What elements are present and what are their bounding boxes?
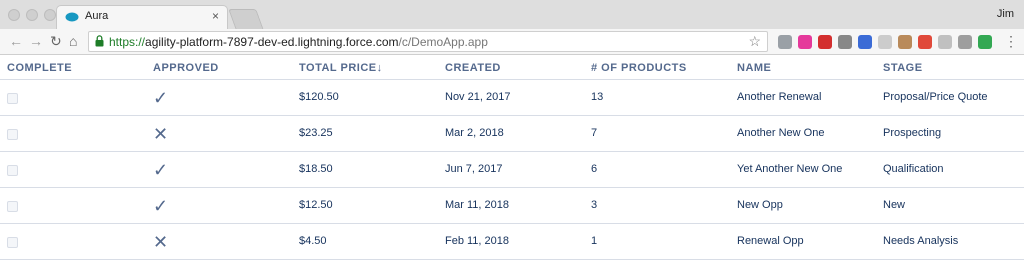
name-cell: Another Renewal xyxy=(737,91,822,103)
header-complete[interactable]: COMPLETE xyxy=(7,62,72,74)
browser-toolbar: ← → ↻ ⌂ https://agility-platform-7897-de… xyxy=(0,29,1024,55)
url-protocol: https:// xyxy=(109,35,146,49)
blue-square-icon[interactable] xyxy=(858,35,872,49)
header-approved[interactable]: APPROVED xyxy=(153,62,219,74)
url-text: https://agility-platform-7897-dev-ed.lig… xyxy=(109,35,488,49)
created-cell: Mar 11, 2018 xyxy=(445,199,510,211)
header-created[interactable]: CREATED xyxy=(445,62,501,74)
complete-checkbox[interactable] xyxy=(7,237,18,248)
complete-checkbox[interactable] xyxy=(7,165,18,176)
table-header: COMPLETE APPROVED TOTAL PRICE↓ CREATED #… xyxy=(0,55,1024,80)
color-wheel-icon[interactable] xyxy=(798,35,812,49)
stage-cell: Needs Analysis xyxy=(883,235,959,247)
products-cell: 13 xyxy=(591,91,604,103)
stage-cell: Prospecting xyxy=(883,127,942,139)
header-products[interactable]: # OF PRODUCTS xyxy=(591,62,687,74)
info-icon[interactable] xyxy=(778,35,792,49)
reload-icon[interactable]: ↻ xyxy=(50,33,62,50)
address-bar[interactable]: https://agility-platform-7897-dev-ed.lig… xyxy=(88,31,768,52)
name-cell: Another New One xyxy=(737,127,825,139)
bookmark-star-icon[interactable]: ☆ xyxy=(748,33,761,50)
lock-icon xyxy=(95,35,104,47)
sort-descending-icon: ↓ xyxy=(376,62,383,74)
products-cell: 1 xyxy=(591,235,598,247)
name-cell: Renewal Opp xyxy=(737,235,804,247)
approved-check-icon: ✓ xyxy=(153,88,169,108)
approved-check-icon: ✓ xyxy=(153,160,169,180)
back-icon[interactable]: ← xyxy=(9,33,23,49)
header-total-price[interactable]: TOTAL PRICE↓ xyxy=(299,62,383,74)
opportunities-table: COMPLETE APPROVED TOTAL PRICE↓ CREATED #… xyxy=(0,55,1024,260)
browser-chrome: Aura × Jim ← → ↻ ⌂ https://agility-platf… xyxy=(0,0,1024,55)
browser-menu-icon[interactable]: ⋮ xyxy=(1004,33,1018,50)
complete-checkbox[interactable] xyxy=(7,129,18,140)
approved-cross-icon: ✕ xyxy=(153,232,169,252)
maximize-window-button[interactable] xyxy=(44,9,56,21)
header-stage[interactable]: STAGE xyxy=(883,62,923,74)
stage-cell: Proposal/Price Quote xyxy=(883,91,988,103)
url-path: /c/DemoApp.app xyxy=(398,35,488,49)
table-row: ✓ $120.50 Nov 21, 2017 13 Another Renewa… xyxy=(0,80,1024,116)
minimize-window-button[interactable] xyxy=(26,9,38,21)
total-price-cell: $23.25 xyxy=(299,127,333,139)
products-cell: 3 xyxy=(591,199,598,211)
header-total-price-label: TOTAL PRICE xyxy=(299,62,377,74)
approved-check-icon: ✓ xyxy=(153,196,169,216)
table-row: ✓ $18.50 Jun 7, 2017 6 Yet Another New O… xyxy=(0,152,1024,188)
list-icon[interactable] xyxy=(958,35,972,49)
flag-icon[interactable] xyxy=(898,35,912,49)
name-cell: Yet Another New One xyxy=(737,163,843,175)
grammarly-icon[interactable] xyxy=(978,35,992,49)
created-cell: Jun 7, 2017 xyxy=(445,163,503,175)
square-icon[interactable] xyxy=(878,35,892,49)
total-price-cell: $4.50 xyxy=(299,235,327,247)
tab-strip: Aura × Jim xyxy=(0,0,1024,30)
approved-cross-icon: ✕ xyxy=(153,124,169,144)
total-price-cell: $120.50 xyxy=(299,91,339,103)
created-cell: Mar 2, 2018 xyxy=(445,127,504,139)
created-cell: Feb 11, 2018 xyxy=(445,235,510,247)
table-row: ✕ $23.25 Mar 2, 2018 7 Another New One P… xyxy=(0,116,1024,152)
salesforce-cloud-icon xyxy=(65,12,79,22)
adblock-icon[interactable] xyxy=(818,35,832,49)
url-host: agility-platform-7897-dev-ed.lightning.f… xyxy=(145,35,399,49)
forward-icon[interactable]: → xyxy=(29,33,43,49)
total-price-cell: $18.50 xyxy=(299,163,333,175)
stage-cell: New xyxy=(883,199,906,211)
tab-close-icon[interactable]: × xyxy=(212,9,219,23)
table-row: ✕ $4.50 Feb 11, 2018 1 Renewal Opp Needs… xyxy=(0,224,1024,260)
table-row: ✓ $12.50 Mar 11, 2018 3 New Opp New xyxy=(0,188,1024,224)
profile-name[interactable]: Jim xyxy=(997,8,1014,20)
complete-checkbox[interactable] xyxy=(7,201,18,212)
close-window-button[interactable] xyxy=(8,9,20,21)
products-cell: 6 xyxy=(591,163,598,175)
stage-cell: Qualification xyxy=(883,163,944,175)
total-price-cell: $12.50 xyxy=(299,199,333,211)
new-tab-button[interactable] xyxy=(228,9,264,30)
complete-checkbox[interactable] xyxy=(7,93,18,104)
n-icon[interactable] xyxy=(918,35,932,49)
header-name[interactable]: NAME xyxy=(737,62,771,74)
cloud-icon[interactable] xyxy=(938,35,952,49)
name-cell: New Opp xyxy=(737,199,783,211)
home-icon[interactable]: ⌂ xyxy=(69,33,77,49)
tab-title: Aura xyxy=(85,10,109,22)
person-icon[interactable] xyxy=(838,35,852,49)
created-cell: Nov 21, 2017 xyxy=(445,91,511,103)
tab-aura[interactable]: Aura × xyxy=(56,5,228,29)
products-cell: 7 xyxy=(591,127,598,139)
